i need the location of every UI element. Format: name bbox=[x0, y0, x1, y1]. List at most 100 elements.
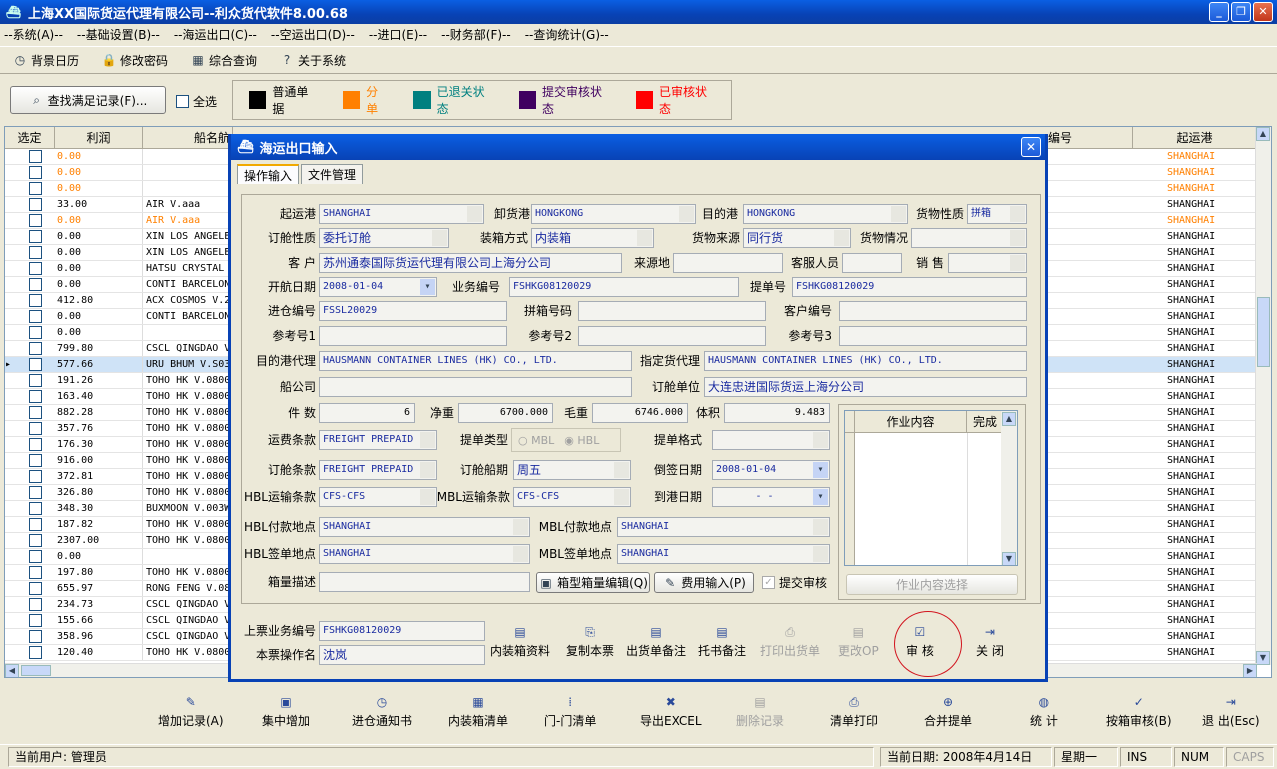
restore-button[interactable]: ❐ bbox=[1231, 2, 1251, 22]
work-scroll-down-icon[interactable]: ▼ bbox=[1002, 552, 1016, 565]
row-checkbox[interactable] bbox=[15, 389, 55, 404]
row-checkbox[interactable] bbox=[15, 517, 55, 532]
find-records-button[interactable]: ⌕ 查找满足记录(F)... bbox=[10, 86, 166, 114]
shipment-note-button[interactable]: ▤ 出货单备注 bbox=[626, 624, 686, 659]
copy-ticket-button[interactable]: ⎘ 复制本票 bbox=[566, 624, 614, 659]
change-op-button[interactable]: ▤ 更改OP bbox=[838, 624, 879, 659]
vscroll-thumb[interactable] bbox=[1257, 297, 1270, 367]
menu-basic-settings[interactable]: --基础设置(B)-- bbox=[77, 26, 160, 43]
row-checkbox[interactable] bbox=[15, 229, 55, 244]
row-checkbox[interactable] bbox=[15, 373, 55, 388]
booking-terms-select[interactable]: FREIGHT PREPAID bbox=[319, 460, 437, 480]
menu-query-stats[interactable]: --查询统计(G)-- bbox=[525, 26, 609, 43]
row-checkbox[interactable] bbox=[15, 341, 55, 356]
volume-field[interactable]: 9.483 bbox=[724, 403, 830, 423]
row-checkbox[interactable] bbox=[15, 181, 55, 196]
container-edit-button[interactable]: ▣ 箱型箱量编辑(Q) bbox=[536, 572, 650, 593]
row-checkbox[interactable] bbox=[15, 245, 55, 260]
sailing-day-select[interactable]: 周五 bbox=[513, 460, 631, 480]
submit-audit-checkbox[interactable]: ✓ 提交审核 bbox=[762, 574, 827, 591]
row-checkbox[interactable] bbox=[15, 629, 55, 644]
carrier-field[interactable] bbox=[319, 377, 632, 397]
origin-field[interactable] bbox=[673, 253, 783, 273]
cargo-status-select[interactable] bbox=[911, 228, 1027, 248]
menu-sea-export[interactable]: --海运出口(C)-- bbox=[174, 26, 257, 43]
close-button[interactable]: ⇥ 关 闭 bbox=[976, 624, 1004, 659]
row-checkbox[interactable] bbox=[15, 405, 55, 420]
menu-import[interactable]: --进口(E)-- bbox=[369, 26, 427, 43]
menu-finance[interactable]: --财务部(F)-- bbox=[441, 26, 511, 43]
col-port[interactable]: 起运港 bbox=[1133, 127, 1257, 148]
dest-select[interactable]: HONGKONG bbox=[743, 204, 908, 224]
door-list-button[interactable]: ⁞ 门-门清单 bbox=[544, 694, 596, 729]
row-checkbox[interactable] bbox=[15, 469, 55, 484]
packing-data-button[interactable]: ▤ 内装箱资料 bbox=[490, 624, 550, 659]
fee-input-button[interactable]: ✎ 费用输入(P) bbox=[654, 572, 754, 593]
row-checkbox[interactable] bbox=[15, 437, 55, 452]
row-checkbox[interactable] bbox=[15, 293, 55, 308]
cust-no-field[interactable] bbox=[839, 301, 1027, 321]
row-checkbox[interactable] bbox=[15, 485, 55, 500]
bl-format-select[interactable] bbox=[712, 430, 830, 450]
booking-note-button[interactable]: ▤ 托书备注 bbox=[698, 624, 746, 659]
pod-select[interactable]: HONGKONG bbox=[531, 204, 696, 224]
menu-system[interactable]: --系统(A)-- bbox=[4, 26, 63, 43]
row-checkbox[interactable] bbox=[15, 597, 55, 612]
cs-staff-field[interactable] bbox=[842, 253, 902, 273]
general-query-button[interactable]: ▦ 综合查询 bbox=[190, 52, 257, 69]
delete-record-button[interactable]: ▤ 删除记录 bbox=[736, 694, 784, 729]
col-work-done[interactable]: 完成 bbox=[967, 411, 1003, 432]
add-record-button[interactable]: ✎ 增加记录(A) bbox=[158, 694, 224, 729]
booking-nature-select[interactable]: 委托订舱 bbox=[319, 228, 449, 248]
nominated-agent-field[interactable]: HAUSMANN CONTAINER LINES (HK) CO., LTD. bbox=[704, 351, 1027, 371]
row-checkbox[interactable] bbox=[15, 565, 55, 580]
tab-operation-input[interactable]: 操作输入 bbox=[237, 164, 300, 184]
cargo-source-select[interactable]: 同行货 bbox=[743, 228, 851, 248]
exit-button[interactable]: ⇥ 退 出(Esc) bbox=[1202, 694, 1260, 729]
col-work-content[interactable]: 作业内容 bbox=[855, 411, 967, 432]
mbl-pay-select[interactable]: SHANGHAI bbox=[617, 517, 830, 537]
mbl-terms-select[interactable]: CFS-CFS bbox=[513, 487, 631, 507]
packing-select[interactable]: 内装箱 bbox=[531, 228, 654, 248]
hbl-terms-select[interactable]: CFS-CFS bbox=[319, 487, 437, 507]
operator-field[interactable]: 沈岚 bbox=[319, 645, 485, 665]
export-excel-button[interactable]: ✖ 导出EXCEL bbox=[640, 694, 702, 729]
mbl-issue-select[interactable]: SHANGHAI bbox=[617, 544, 830, 564]
row-checkbox[interactable] bbox=[15, 197, 55, 212]
ref3-field[interactable] bbox=[839, 326, 1027, 346]
ref2-field[interactable] bbox=[578, 326, 766, 346]
gross-weight-field[interactable]: 6746.000 bbox=[592, 403, 688, 423]
calendar-button[interactable]: ◷ 背景日历 bbox=[12, 52, 79, 69]
grid-vscroll[interactable]: ▲ ▼ bbox=[1255, 127, 1271, 665]
scroll-up-icon[interactable]: ▲ bbox=[1256, 127, 1270, 141]
net-weight-field[interactable]: 6700.000 bbox=[458, 403, 553, 423]
row-checkbox[interactable] bbox=[15, 277, 55, 292]
freight-terms-select[interactable]: FREIGHT PREPAID bbox=[319, 430, 437, 450]
batch-add-button[interactable]: ▣ 集中增加 bbox=[262, 694, 310, 729]
change-password-button[interactable]: 🔒 修改密码 bbox=[101, 52, 169, 69]
customer-field[interactable]: 苏州通泰国际货运代理有限公司上海分公司 bbox=[319, 253, 622, 273]
prev-biz-field[interactable]: FSHKG08120029 bbox=[319, 621, 485, 641]
minimize-button[interactable]: _ bbox=[1209, 2, 1229, 22]
row-checkbox[interactable] bbox=[15, 581, 55, 596]
row-checkbox[interactable] bbox=[15, 213, 55, 228]
backdate-datepicker[interactable]: 2008-01-04 bbox=[712, 460, 830, 480]
bl-no-field[interactable]: FSHKG08120029 bbox=[792, 277, 1027, 297]
row-checkbox[interactable] bbox=[15, 613, 55, 628]
mbl-radio[interactable]: ○ MBL bbox=[518, 434, 554, 447]
etd-datepicker[interactable]: 2008-01-04 bbox=[319, 277, 437, 297]
tab-file-management[interactable]: 文件管理 bbox=[301, 164, 364, 184]
work-content-select-button[interactable]: 作业内容选择 bbox=[846, 574, 1018, 595]
row-checkbox[interactable] bbox=[15, 149, 55, 164]
row-checkbox[interactable] bbox=[15, 453, 55, 468]
col-ship[interactable]: 船名航 bbox=[143, 127, 233, 148]
row-checkbox[interactable] bbox=[15, 165, 55, 180]
packing-list-button[interactable]: ▦ 内装箱清单 bbox=[448, 694, 508, 729]
hbl-pay-select[interactable]: SHANGHAI bbox=[319, 517, 530, 537]
row-checkbox[interactable] bbox=[15, 501, 55, 516]
select-all-checkbox[interactable]: 全选 bbox=[176, 93, 217, 110]
container-desc-field[interactable] bbox=[319, 572, 530, 592]
col-select[interactable]: 选定 bbox=[5, 127, 55, 148]
pol-select[interactable]: SHANGHAI bbox=[319, 204, 484, 224]
row-checkbox[interactable] bbox=[15, 549, 55, 564]
